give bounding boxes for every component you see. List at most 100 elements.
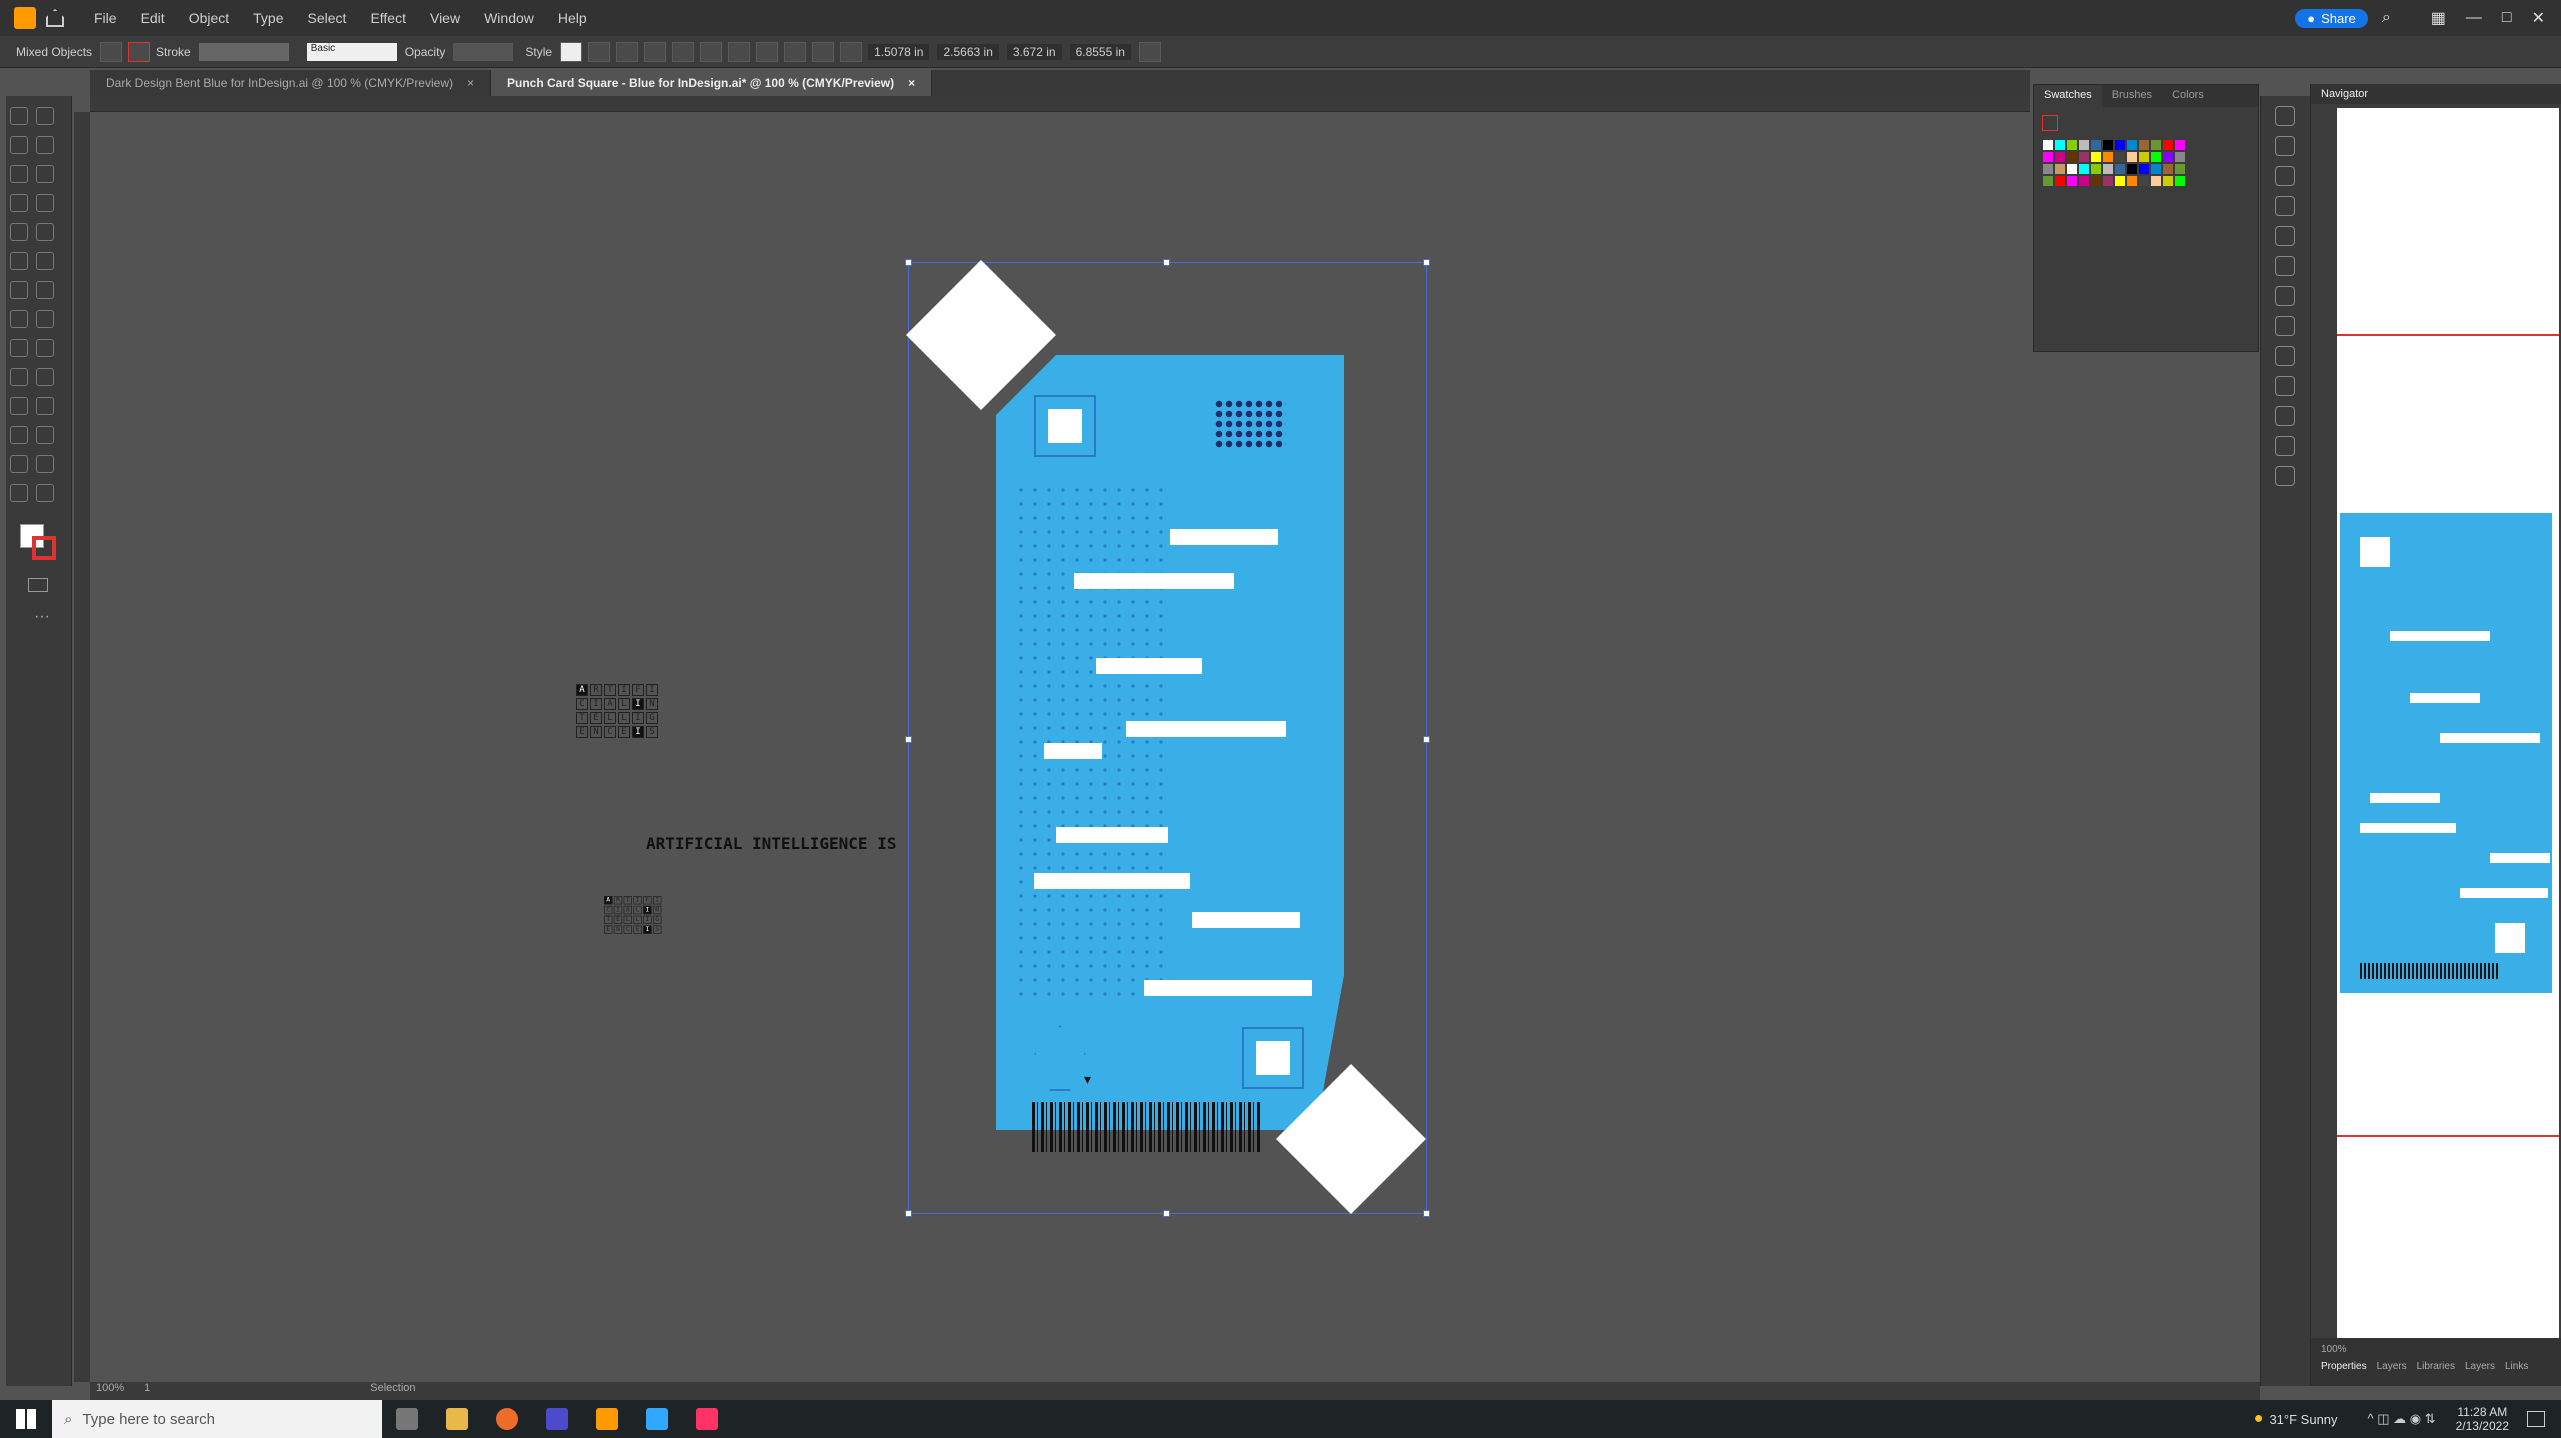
color-swatch[interactable]	[2151, 152, 2161, 162]
close-window-icon[interactable]: ✕	[2532, 8, 2545, 28]
width-field[interactable]: 3.672 in	[1006, 43, 1062, 60]
zoom-level[interactable]: 100%	[96, 1382, 124, 1400]
rectangle-tool-icon[interactable]	[10, 223, 28, 241]
tab-colors[interactable]: Colors	[2162, 85, 2214, 107]
color-swatch[interactable]	[2067, 140, 2077, 150]
notification-icon[interactable]	[2527, 1411, 2545, 1427]
rotate-tool-icon[interactable]	[10, 281, 28, 299]
line-tool-icon[interactable]	[36, 194, 54, 212]
workspace-icon[interactable]: ▦	[2431, 8, 2446, 28]
more-tools-icon[interactable]: ···	[34, 608, 71, 626]
illustrator-app-icon[interactable]	[596, 1408, 618, 1430]
stroke-icon[interactable]	[2275, 226, 2295, 246]
minimize-icon[interactable]: —	[2466, 9, 2482, 27]
curvature-tool-icon[interactable]	[36, 165, 54, 183]
selection-handle[interactable]	[1423, 736, 1430, 743]
paintbrush-tool-icon[interactable]	[36, 223, 54, 241]
task-view-icon[interactable]	[396, 1408, 418, 1430]
distribute-icon[interactable]	[784, 41, 807, 62]
vertical-ruler[interactable]	[74, 112, 90, 1382]
tray-icons[interactable]: ^ ◫ ☁ ◉ ⇅	[2368, 1411, 2436, 1427]
links-icon[interactable]	[2275, 466, 2295, 486]
color-swatch[interactable]	[2055, 152, 2065, 162]
artboards-icon[interactable]	[2275, 376, 2295, 396]
zoom-tool-icon[interactable]	[36, 484, 54, 502]
color-swatch[interactable]	[2043, 152, 2053, 162]
color-swatch[interactable]	[2079, 140, 2089, 150]
eyedropper-tool-icon[interactable]	[10, 397, 28, 415]
x-field[interactable]: 1.5078 in	[868, 43, 930, 60]
mesh-tool-icon[interactable]	[10, 368, 28, 386]
selection-handle[interactable]	[1163, 259, 1170, 266]
color-swatch[interactable]	[2127, 152, 2137, 162]
terminal-icon[interactable]	[546, 1408, 568, 1430]
slice-tool-icon[interactable]	[36, 455, 54, 473]
fill-swatch[interactable]	[100, 41, 123, 62]
align-middle-icon[interactable]	[728, 41, 751, 62]
color-swatch[interactable]	[2139, 164, 2149, 174]
menu-select[interactable]: Select	[308, 10, 347, 26]
align-left-icon[interactable]	[616, 41, 639, 62]
windows-start-icon[interactable]	[16, 1409, 36, 1429]
stroke-swatch[interactable]	[128, 41, 151, 62]
color-swatch[interactable]	[2151, 140, 2161, 150]
color-swatch[interactable]	[2067, 152, 2077, 162]
graphic-style-swatch[interactable]	[560, 41, 583, 62]
color-swatch[interactable]	[2115, 164, 2125, 174]
selection-handle[interactable]	[905, 1210, 912, 1217]
opacity-input[interactable]	[453, 42, 514, 61]
color-swatch[interactable]	[2103, 140, 2113, 150]
color-swatch[interactable]	[2055, 164, 2065, 174]
gradient-icon[interactable]	[2275, 256, 2295, 276]
width-tool-icon[interactable]	[10, 310, 28, 328]
menu-object[interactable]: Object	[189, 10, 229, 26]
height-field[interactable]: 6.8555 in	[1069, 43, 1131, 60]
punch-card[interactable]: ▾	[996, 355, 1344, 1130]
gradient-tool-icon[interactable]	[36, 368, 54, 386]
paragraph-icon[interactable]	[2275, 436, 2295, 456]
tab-layers[interactable]: Layers	[2377, 1361, 2407, 1372]
tab-punch-card[interactable]: Punch Card Square - Blue for InDesign.ai…	[491, 70, 933, 96]
stroke-style-select[interactable]: Basic	[306, 42, 397, 61]
color-swatch[interactable]	[2151, 164, 2161, 174]
tab-links[interactable]: Links	[2505, 1361, 2528, 1372]
scale-tool-icon[interactable]	[36, 281, 54, 299]
appearance-icon[interactable]	[2275, 316, 2295, 336]
color-swatch[interactable]	[2175, 152, 2185, 162]
color-swatch[interactable]	[2091, 164, 2101, 174]
fill-stroke-icon[interactable]	[20, 524, 56, 560]
search-icon[interactable]: ⌕	[2382, 9, 2391, 27]
close-icon[interactable]: ×	[908, 70, 915, 96]
pen-tool-icon[interactable]	[10, 165, 28, 183]
stroke-weight-input[interactable]	[198, 42, 289, 61]
taskbar-search-input[interactable]: ⌕ Type here to search	[52, 1400, 382, 1438]
color-swatch[interactable]	[2127, 176, 2137, 186]
color-swatch[interactable]	[2091, 176, 2101, 186]
ai-letter-grid-small[interactable]: ARTIFICIALINTELLIGENCEIS	[604, 896, 662, 934]
color-swatch[interactable]	[2043, 176, 2053, 186]
color-swatch[interactable]	[2175, 176, 2185, 186]
symbols-icon[interactable]	[2275, 196, 2295, 216]
layers-icon[interactable]	[2275, 346, 2295, 366]
menu-effect[interactable]: Effect	[370, 10, 406, 26]
graph-tool-icon[interactable]	[36, 426, 54, 444]
swatch-grid[interactable]	[2034, 139, 2258, 187]
close-icon[interactable]: ×	[467, 70, 474, 96]
none-swatch-icon[interactable]	[2042, 115, 2058, 131]
menu-help[interactable]: Help	[558, 10, 587, 26]
color-swatch[interactable]	[2079, 176, 2089, 186]
color-swatch[interactable]	[2175, 164, 2185, 174]
tab-layers-2[interactable]: Layers	[2465, 1361, 2495, 1372]
color-swatch[interactable]	[2163, 152, 2173, 162]
home-icon[interactable]	[46, 9, 64, 27]
tab-brushes[interactable]: Brushes	[2102, 85, 2162, 107]
tab-libraries[interactable]: Libraries	[2417, 1361, 2455, 1372]
photoshop-app-icon[interactable]	[646, 1408, 668, 1430]
recolor-icon[interactable]	[588, 41, 611, 62]
navigator-preview[interactable]	[2337, 108, 2559, 1338]
color-swatch[interactable]	[2103, 152, 2113, 162]
menu-window[interactable]: Window	[484, 10, 534, 26]
brushes-icon[interactable]	[2275, 166, 2295, 186]
shape-builder-tool-icon[interactable]	[10, 339, 28, 357]
selection-handle[interactable]	[1423, 259, 1430, 266]
